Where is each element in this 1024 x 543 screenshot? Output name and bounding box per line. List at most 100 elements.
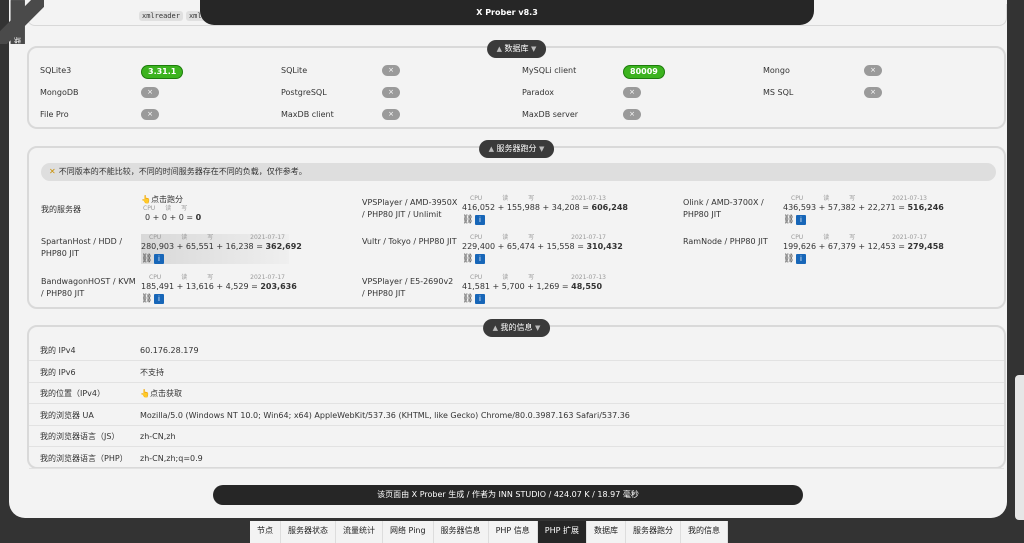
info-icon[interactable]: i <box>154 254 164 264</box>
nav-item[interactable]: 我的信息 <box>681 521 728 543</box>
bench-date: 2021-07-17 <box>250 234 285 241</box>
info-value: zh-CN,zh;q=0.9 <box>140 453 203 463</box>
bench-date: 2021-07-13 <box>892 195 927 202</box>
info-key: 我的浏览器语言（JS） <box>40 432 120 441</box>
collapse-down-icon: ▼ <box>539 145 545 153</box>
db-unsupported-badge: × <box>141 87 159 98</box>
link-icon[interactable]: ⛓ <box>783 254 794 264</box>
bench-server-score: CPU 读写 2021-07-13 436,593 + 57,382 + 22,271… <box>783 195 944 225</box>
link-icon[interactable]: ⛓ <box>462 294 473 304</box>
myinfo-section: ▲ 我的信息 ▼ 我的 IPv4 60.176.28.179 我的 IPv6 不支持我… <box>27 319 1006 469</box>
corner-ribbon[interactable]: 超 ★ 新 <box>0 0 44 44</box>
link-icon[interactable]: ⛓ <box>141 254 152 264</box>
footer-info: 该页面由 X Prober 生成 / 作者为 INN STUDIO / 424.… <box>213 485 803 505</box>
bench-server-label: VPSPlayer / AMD-3950X / PHP80 JIT / Unli… <box>362 198 458 219</box>
db-unsupported-badge: × <box>141 109 159 120</box>
db-item-name: MongoDB <box>40 88 79 97</box>
db-item-name: MaxDB client <box>281 110 334 119</box>
info-value: 不支持 <box>140 367 164 377</box>
info-icon[interactable]: i <box>796 215 806 225</box>
info-value: 60.176.28.179 <box>140 346 199 355</box>
pointer-icon: 👆 <box>140 389 150 398</box>
page-panel: xmlreader xmlw ▲ 数据库 ▼ SQLite3 3.31.1 SQLi… <box>9 0 1007 518</box>
info-icon[interactable]: i <box>796 254 806 264</box>
app-title: X Prober v8.3 <box>200 0 814 25</box>
benchmark-notice: ✕ 不同版本的不能比较，不同的时间服务器存在不同的负载，仅作参考。 <box>41 163 996 181</box>
collapse-up-icon: ▲ <box>488 145 494 153</box>
database-header[interactable]: ▲ 数据库 ▼ <box>486 40 547 58</box>
pointer-icon: 👆 <box>141 195 151 204</box>
nav-item[interactable]: 服务器跑分 <box>626 521 681 543</box>
info-icon[interactable]: i <box>475 215 485 225</box>
nav-item[interactable]: PHP 信息 <box>489 521 538 543</box>
info-key: 我的浏览器 UA <box>40 410 94 420</box>
ext-tag: xmlreader <box>139 11 183 21</box>
db-unsupported-badge: × <box>864 65 882 76</box>
info-icon[interactable]: i <box>154 294 164 304</box>
collapse-up-icon: ▲ <box>492 324 498 332</box>
db-item-name: PostgreSQL <box>281 88 327 97</box>
db-version-badge: 80009 <box>623 65 665 79</box>
info-value: Mozilla/5.0 (Windows NT 10.0; Win64; x64… <box>140 410 630 420</box>
info-row: 我的浏览器语言（PHP） zh-CN,zh;q=0.9 <box>29 448 1004 469</box>
bench-total: 310,432 <box>586 242 623 251</box>
bench-server-score: CPU 读写 2021-07-13 416,052 + 155,988 + 34,20… <box>462 195 628 225</box>
benchmark-section: ▲ 服务器跑分 ▼ ✕ 不同版本的不能比较，不同的时间服务器存在不同的负载，仅作参… <box>27 140 1006 309</box>
bench-total: 279,458 <box>907 242 944 251</box>
db-unsupported-badge: × <box>382 109 400 120</box>
nav-item[interactable]: 数据库 <box>587 521 626 543</box>
bench-server-score: CPU 读写 2021-07-17 280,903 + 65,551 + 16,238… <box>141 234 302 264</box>
info-row: 我的 IPv6 不支持 <box>29 362 1004 383</box>
nav-item[interactable]: 服务器状态 <box>281 521 336 543</box>
bench-date: 2021-07-13 <box>571 195 606 202</box>
nav-item[interactable]: 网络 Ping <box>383 521 434 543</box>
db-unsupported-badge: × <box>623 109 641 120</box>
scrollbar[interactable] <box>1015 375 1024 520</box>
nav-item[interactable]: 流量统计 <box>336 521 383 543</box>
info-key: 我的位置（IPv4） <box>40 389 106 398</box>
bench-date: 2021-07-17 <box>571 234 606 241</box>
link-icon[interactable]: ⛓ <box>462 254 473 264</box>
get-location-link[interactable]: 👆点击获取 <box>140 383 182 404</box>
link-icon[interactable]: ⛓ <box>462 215 473 225</box>
bench-server-score: CPU 读写 2021-07-17 185,491 + 13,616 + 4,529 … <box>141 274 297 304</box>
bench-server-score: CPU 读写 2021-07-13 41,581 + 5,700 + 1,269 = … <box>462 274 606 304</box>
db-item-name: File Pro <box>40 110 69 119</box>
collapse-down-icon: ▼ <box>535 324 541 332</box>
info-row: 我的浏览器 UA Mozilla/5.0 (Windows NT 10.0; Wi… <box>29 405 1004 426</box>
nav-item[interactable]: PHP 扩展 <box>537 521 587 543</box>
extension-tags: xmlreader xmlw <box>139 11 209 21</box>
bench-server-label: SpartanHost / HDD / PHP80 JIT <box>41 237 123 258</box>
nav-item[interactable]: 服务器信息 <box>434 521 489 543</box>
myinfo-header[interactable]: ▲ 我的信息 ▼ <box>482 319 551 337</box>
bench-total: 48,550 <box>571 282 603 291</box>
bench-server-score: CPU 读写 2021-07-17 229,400 + 65,474 + 15,558… <box>462 234 623 264</box>
link-icon[interactable]: ⛓ <box>141 294 152 304</box>
bench-date: 2021-07-17 <box>892 234 927 241</box>
bench-server-label: Olink / AMD-3700X / PHP80 JIT <box>683 198 764 219</box>
db-item-name: MS SQL <box>763 88 794 97</box>
info-icon[interactable]: i <box>475 254 485 264</box>
collapse-down-icon: ▼ <box>531 45 537 53</box>
db-item-name: SQLite3 <box>40 66 72 75</box>
bench-date: 2021-07-13 <box>571 274 606 281</box>
link-icon[interactable]: ⛓ <box>783 215 794 225</box>
run-benchmark-link[interactable]: 👆点击跑分 <box>141 195 201 205</box>
nav-item[interactable]: 节点 <box>250 521 281 543</box>
db-unsupported-badge: × <box>382 65 400 76</box>
info-key: 我的浏览器语言（PHP） <box>40 453 128 463</box>
warning-icon: ✕ <box>49 167 56 176</box>
my-server-label: 我的服务器 <box>41 205 81 214</box>
bench-server-label: RamNode / PHP80 JIT <box>683 237 768 246</box>
benchmark-header[interactable]: ▲ 服务器跑分 ▼ <box>478 140 555 158</box>
bottom-nav: 节点 服务器状态 流量统计 网络 Ping 服务器信息 PHP 信息 PHP 扩展 数据库 服务… <box>250 521 728 543</box>
info-row: 我的浏览器语言（JS） zh-CN,zh <box>29 426 1004 447</box>
info-row: 我的位置（IPv4） 👆点击获取 <box>29 383 1004 404</box>
info-icon[interactable]: i <box>475 294 485 304</box>
bench-total: 362,692 <box>265 242 302 251</box>
db-unsupported-badge: × <box>623 87 641 98</box>
db-item-name: MaxDB server <box>522 110 579 119</box>
bench-server-label: Vultr / Tokyo / PHP80 JIT <box>362 237 457 246</box>
db-item-name: Paradox <box>522 88 555 97</box>
info-key: 我的 IPv6 <box>40 367 76 377</box>
